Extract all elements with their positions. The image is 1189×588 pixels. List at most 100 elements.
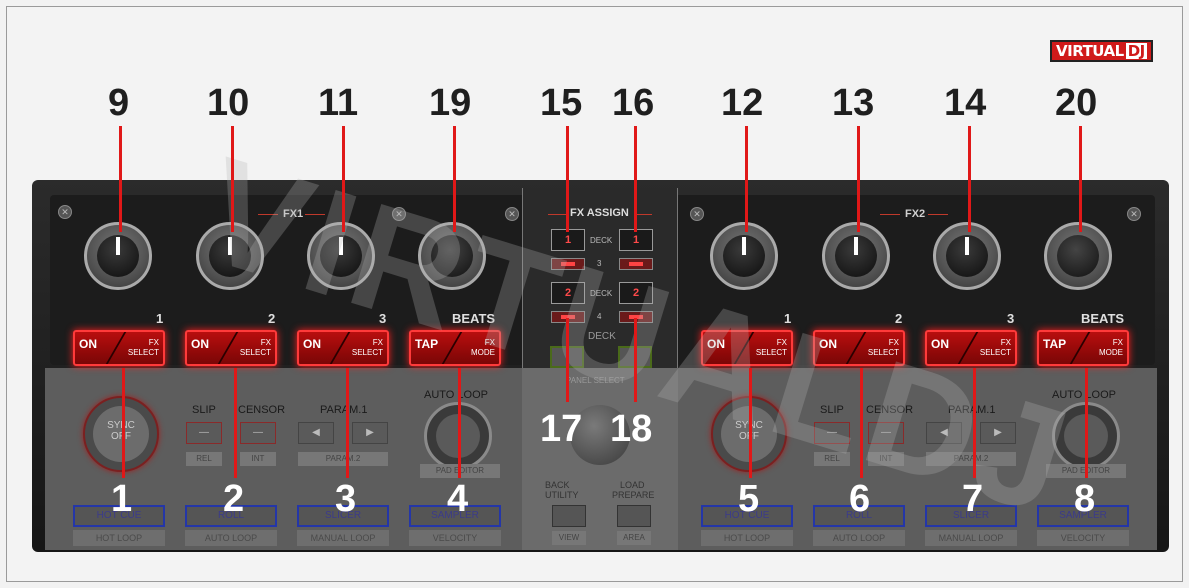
callout-line: [342, 126, 345, 232]
fx2-on-button-2[interactable]: ON FX SELECT: [813, 330, 905, 366]
fx-assign-deck1-fx2-button[interactable]: 1: [619, 229, 653, 251]
callout-line: [1079, 126, 1082, 232]
fx2-param2-knob[interactable]: [822, 222, 890, 290]
area-label: AREA: [617, 531, 651, 545]
back-label: BACK: [545, 480, 570, 490]
fx1-beats-knob[interactable]: [418, 222, 486, 290]
param1-label: PARAM.1: [948, 404, 996, 416]
virtualdj-logo: VIRTUAL DJ: [1050, 40, 1153, 62]
callout-line: [749, 368, 752, 478]
auto-loop-label: AUTO LOOP: [424, 389, 488, 401]
fx1-knob-number: 1: [156, 311, 164, 326]
param2-label: PARAM.2: [298, 452, 388, 466]
velocity-label: VELOCITY: [409, 530, 501, 546]
hot-loop-label: HOT LOOP: [701, 530, 793, 546]
fx2-param3-knob[interactable]: [933, 222, 1001, 290]
screw-icon: ✕: [58, 205, 72, 219]
fx1-line-left: [258, 214, 278, 215]
fx1-on-button-3[interactable]: ON FX SELECT: [297, 330, 389, 366]
callout-line: [1085, 368, 1088, 478]
callout-number: 9: [108, 82, 130, 124]
callout-number: 1: [111, 478, 133, 520]
deck3-led-left: [551, 258, 585, 270]
param-left-button[interactable]: ◀: [926, 422, 962, 444]
callout-line: [458, 368, 461, 478]
fx1-param2-knob[interactable]: [196, 222, 264, 290]
censor-label: CENSOR: [866, 404, 914, 416]
deck-label: DECK: [590, 236, 613, 245]
callout-line: [566, 126, 569, 232]
screw-icon: ✕: [392, 207, 406, 221]
param-right-button[interactable]: ▶: [980, 422, 1016, 444]
fx2-knob-number: 3: [1007, 311, 1015, 326]
callout-number: 12: [721, 82, 764, 124]
manual-loop-label: MANUAL LOOP: [297, 530, 389, 546]
param-left-button[interactable]: ◀: [298, 422, 334, 444]
callout-number: 6: [849, 478, 871, 520]
callout-number: 14: [944, 82, 987, 124]
fx1-param1-knob[interactable]: [84, 222, 152, 290]
fx2-knob-number: 2: [895, 311, 903, 326]
load-button[interactable]: [617, 505, 651, 527]
manual-loop-label: MANUAL LOOP: [925, 530, 1017, 546]
callout-line: [122, 368, 125, 478]
rel-label: REL: [814, 452, 850, 466]
fx2-line-left: [880, 214, 900, 215]
auto-loop-sub-label: AUTO LOOP: [185, 530, 277, 546]
fx1-on-button-2[interactable]: ON FX SELECT: [185, 330, 277, 366]
back-button[interactable]: [552, 505, 586, 527]
fx-assign-deck2-fx2-button[interactable]: 2: [619, 282, 653, 304]
fx-assign-deck2-fx1-button[interactable]: 2: [551, 282, 585, 304]
deck3-label: 3: [597, 259, 602, 268]
slip-button-left[interactable]: —: [186, 422, 222, 444]
fx2-beats-label: BEATS: [1081, 311, 1125, 326]
panel-select-label: PANEL SELECT: [566, 376, 625, 385]
slip-label: SLIP: [820, 404, 844, 416]
callout-line: [634, 318, 637, 402]
fx2-on-button-1[interactable]: ON FX SELECT: [701, 330, 793, 366]
fx1-label: FX1: [283, 208, 304, 220]
callout-number: 10: [207, 82, 250, 124]
callout-number: 11: [318, 82, 359, 124]
fx2-knob-number: 1: [784, 311, 792, 326]
callout-number: 4: [447, 478, 469, 520]
callout-line: [857, 126, 860, 232]
callout-number: 8: [1074, 478, 1096, 520]
fx1-tap-button[interactable]: TAP FX MODE: [409, 330, 501, 366]
fx-assign-deck1-fx1-button[interactable]: 1: [551, 229, 585, 251]
callout-number: 19: [429, 82, 472, 124]
hot-loop-label: HOT LOOP: [73, 530, 165, 546]
censor-button-right[interactable]: —: [868, 422, 904, 444]
fx2-on-button-3[interactable]: ON FX SELECT: [925, 330, 1017, 366]
fx2-beats-knob[interactable]: [1044, 222, 1112, 290]
fx1-on-button-1[interactable]: ON FX SELECT: [73, 330, 165, 366]
callout-number: 3: [335, 478, 357, 520]
fx2-line-right: [928, 214, 948, 215]
fx1-knob-number: 2: [268, 311, 276, 326]
fx2-tap-button[interactable]: TAP FX MODE: [1037, 330, 1129, 366]
callout-number: 2: [223, 478, 245, 520]
fx-assign-label: FX ASSIGN: [570, 207, 629, 219]
callout-number: 13: [832, 82, 875, 124]
screw-icon: ✕: [505, 207, 519, 221]
sync-button-left[interactable]: SYNC OFF: [83, 396, 159, 472]
fx1-param3-knob[interactable]: [307, 222, 375, 290]
slip-button-right[interactable]: —: [814, 422, 850, 444]
callout-number: 17: [540, 408, 583, 450]
rel-label: REL: [186, 452, 222, 466]
fx2-param1-knob[interactable]: [710, 222, 778, 290]
screw-icon: ✕: [1127, 207, 1141, 221]
censor-button-left[interactable]: —: [240, 422, 276, 444]
callout-number: 7: [962, 478, 984, 520]
auto-loop-sub-label: AUTO LOOP: [813, 530, 905, 546]
screw-icon: ✕: [690, 207, 704, 221]
callout-line: [973, 368, 976, 478]
velocity-label: VELOCITY: [1037, 530, 1129, 546]
callout-line: [566, 318, 569, 402]
callout-line: [968, 126, 971, 232]
prepare-label: PREPARE: [612, 490, 655, 500]
callout-line: [634, 126, 637, 232]
fx2-label: FX2: [905, 208, 926, 220]
param-right-button[interactable]: ▶: [352, 422, 388, 444]
callout-line: [119, 126, 122, 232]
